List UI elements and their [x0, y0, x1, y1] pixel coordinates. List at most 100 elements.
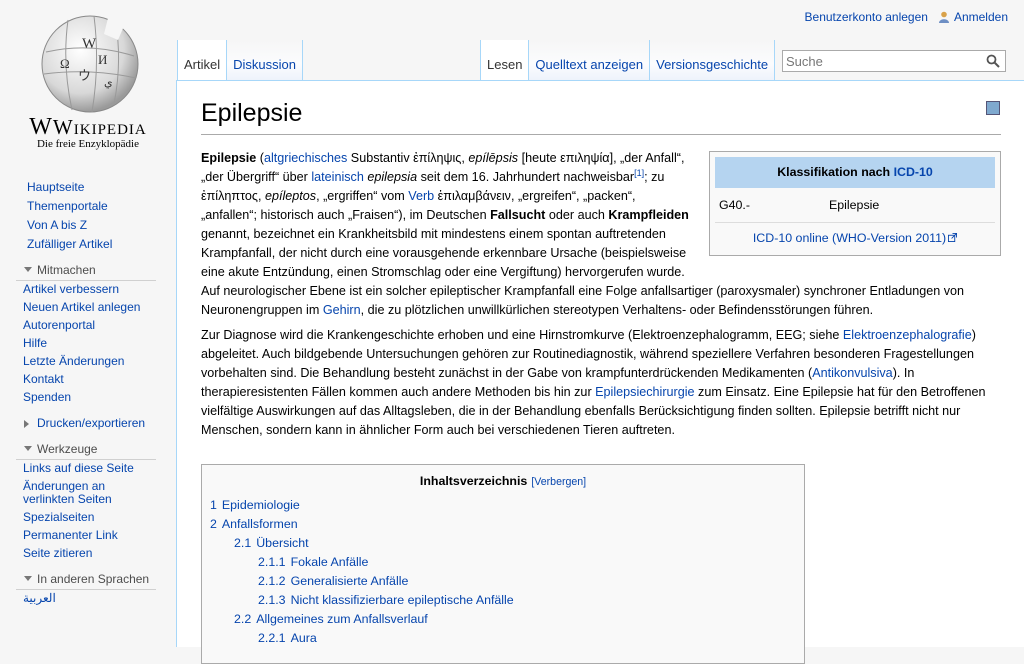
nav-link[interactable]: Zufälliger Artikel [27, 237, 112, 251]
toc-title: Inhaltsverzeichnis [419, 474, 528, 488]
portal-item[interactable]: Autorenportal [0, 317, 156, 335]
toc-link[interactable]: Aura [291, 631, 317, 645]
link-lateinisch[interactable]: lateinisch [311, 170, 364, 184]
portal-header-drucken[interactable]: Drucken/exportieren [0, 413, 176, 433]
toc-item[interactable]: 2.2.1 Aura [202, 629, 804, 648]
toc-item[interactable]: 2 Anfallsformen [202, 515, 804, 534]
svg-text:Ω: Ω [60, 56, 70, 71]
icd10-link[interactable]: ICD-10 [894, 165, 933, 179]
infobox-header-text: Klassifikation nach [777, 165, 894, 179]
text: epíleptos [264, 189, 317, 203]
toc-item[interactable]: 1 Epidemiologie [202, 496, 804, 515]
infobox-row: G40.- Epilepsie [715, 188, 995, 223]
portal-link[interactable]: Permanenter Link [23, 528, 118, 542]
reference-link[interactable]: [1] [634, 168, 644, 178]
portal-item[interactable]: Hilfe [0, 335, 156, 353]
toc-link[interactable]: Generalisierte Anfälle [291, 574, 409, 588]
external-link-icon [948, 233, 958, 242]
portal-header-sprachen[interactable]: In anderen Sprachen [0, 569, 176, 589]
toc-item[interactable]: 2.2 Allgemeines zum Anfallsverlauf [202, 610, 804, 629]
language-link[interactable]: العربية [23, 591, 56, 605]
personal-tools: Benutzerkonto anlegen Anmelden [805, 10, 1008, 24]
portal-title: Werkzeuge [37, 442, 98, 456]
portal-link[interactable]: Kontakt [23, 372, 64, 386]
link-gehirn[interactable]: Gehirn [323, 303, 361, 317]
portal-item[interactable]: Spezialseiten [0, 509, 156, 527]
tab-versionsgeschichte[interactable]: Versionsgeschichte [650, 40, 776, 80]
search-input[interactable] [786, 52, 976, 70]
link-epilepsiechirurgie[interactable]: Epilepsiechirurgie [595, 385, 694, 399]
portal-link[interactable]: Spenden [23, 390, 71, 404]
portal-item[interactable]: Artikel verbessern [0, 281, 156, 299]
toc-number: 2.2.1 [258, 631, 286, 645]
audio-icon[interactable] [986, 101, 1000, 115]
link-altgriechisch[interactable]: altgriechisches [264, 151, 347, 165]
portal-link[interactable]: Artikel verbessern [23, 282, 119, 296]
portal-link[interactable]: Spezialseiten [23, 510, 94, 524]
toc-item[interactable]: 2.1 Übersicht [202, 534, 804, 553]
nav-link[interactable]: Hauptseite [27, 180, 84, 194]
portal-item[interactable]: Neuen Artikel anlegen [0, 299, 156, 317]
create-account-link[interactable]: Benutzerkonto anlegen [805, 10, 928, 24]
link-verb[interactable]: Verb [408, 189, 434, 203]
tab-artikel[interactable]: Artikel [177, 40, 228, 80]
toc-link[interactable]: Epidemiologie [222, 498, 300, 512]
search-icon[interactable] [986, 54, 1000, 68]
portal-item[interactable]: Links auf diese Seite [0, 460, 156, 478]
text: , die zu plötzlichen unwillkürlichen ste… [360, 303, 874, 317]
wikipedia-logo[interactable]: W Ω И ウ ي WWikipedia Die freie Enzyklopä… [0, 0, 176, 160]
nav-item-zufall[interactable]: Zufälliger Artikel [0, 235, 176, 254]
content-area: Epilepsie Klassifikation nach ICD-10 G40… [176, 80, 1024, 664]
login-link[interactable]: Anmelden [954, 10, 1008, 24]
toc-link[interactable]: Fokale Anfälle [291, 555, 369, 569]
portal-link[interactable]: Links auf diese Seite [23, 461, 134, 475]
portal-link[interactable]: Seite zitieren [23, 546, 92, 560]
tab-label[interactable]: Versionsgeschichte [656, 57, 768, 72]
toc-link[interactable]: Nicht klassifizierbare epileptische Anfä… [291, 593, 514, 607]
portal-item[interactable]: Kontakt [0, 371, 156, 389]
toc-item[interactable]: 2.1.2 Generalisierte Anfälle [202, 572, 804, 591]
portal-header-mitmachen[interactable]: Mitmachen [0, 260, 176, 280]
lemma: Epilepsie [201, 151, 257, 165]
portal-item[interactable]: Seite zitieren [0, 545, 156, 563]
portal-header-werkzeuge[interactable]: Werkzeuge [0, 439, 176, 459]
toc-link[interactable]: Allgemeines zum Anfallsverlauf [256, 612, 427, 626]
second-paragraph: Zur Diagnose wird die Krankengeschichte … [201, 326, 1001, 440]
toc-link[interactable]: Übersicht [256, 536, 308, 550]
tab-label[interactable]: Quelltext anzeigen [535, 57, 643, 72]
language-item[interactable]: العربية [0, 590, 156, 608]
portal-link[interactable]: Änderungen an verlinkten Seiten [23, 479, 112, 506]
toc-item[interactable]: 2.1.1 Fokale Anfälle [202, 553, 804, 572]
tab-quelltext[interactable]: Quelltext anzeigen [529, 40, 651, 80]
toc-toggle-link[interactable]: [Verbergen] [531, 476, 586, 488]
toc-link[interactable]: Anfallsformen [222, 517, 298, 531]
text: Krampfleiden [608, 208, 689, 222]
tab-lesen[interactable]: Lesen [480, 40, 530, 80]
puzzle-globe-icon: W Ω И ウ ي [41, 15, 139, 113]
portal-title[interactable]: Drucken/exportieren [37, 416, 145, 430]
tab-diskussion[interactable]: Diskussion [227, 40, 303, 80]
portal-item[interactable]: Änderungen an verlinkten Seiten [0, 478, 156, 509]
view-tabs: Lesen Quelltext anzeigen Versionsgeschic… [480, 40, 776, 80]
nav-link[interactable]: Themenportale [27, 199, 108, 213]
portal-title: Mitmachen [37, 263, 96, 277]
portal-item[interactable]: Permanenter Link [0, 527, 156, 545]
link-antikonvulsiva[interactable]: Antikonvulsiva [812, 366, 893, 380]
nav-item-hauptseite[interactable]: Hauptseite [0, 178, 176, 197]
wordmark-text: Wikipedia [52, 115, 147, 139]
text: seit dem 16. Jahrhundert nachweisbar [417, 170, 635, 184]
portal-link[interactable]: Letzte Änderungen [23, 354, 124, 368]
nav-item-themenportale[interactable]: Themenportale [0, 197, 176, 216]
portal-link[interactable]: Hilfe [23, 336, 47, 350]
nav-item-von-a-bis-z[interactable]: Von A bis Z [0, 216, 176, 235]
portal-item[interactable]: Spenden [0, 389, 156, 407]
tab-label[interactable]: Diskussion [233, 57, 296, 72]
link-elektroenzephalografie[interactable]: Elektroenzephalografie [843, 328, 972, 342]
icd10-online-link[interactable]: ICD-10 online (WHO-Version 2011) [753, 231, 946, 245]
portal-link[interactable]: Neuen Artikel anlegen [23, 300, 140, 314]
toc-item[interactable]: 2.1.3 Nicht klassifizierbare epileptische… [202, 591, 804, 610]
nav-link[interactable]: Von A bis Z [27, 218, 87, 232]
text: , „ergriffen“ vom [316, 189, 409, 203]
portal-item[interactable]: Letzte Änderungen [0, 353, 156, 371]
portal-link[interactable]: Autorenportal [23, 318, 95, 332]
